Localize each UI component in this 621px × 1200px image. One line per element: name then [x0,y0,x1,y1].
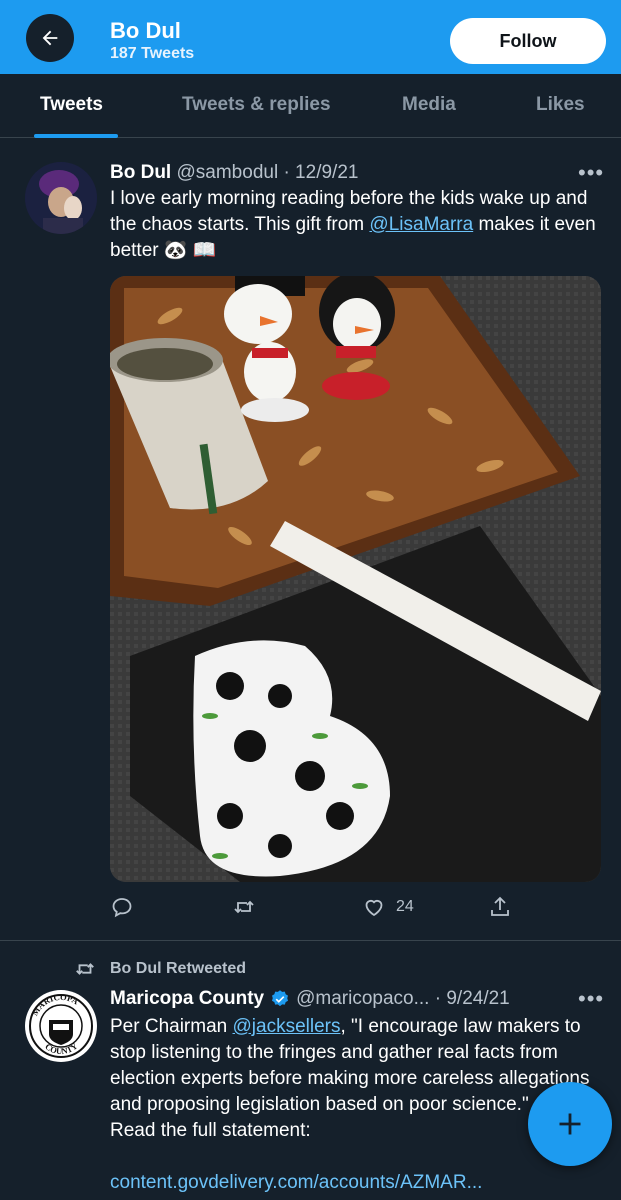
tweet-divider [0,940,621,941]
heart-icon [365,899,383,917]
tweet-count: 187 Tweets [110,45,195,62]
back-button[interactable] [26,14,74,62]
tweet-header: Bo Dul @sambodul · 12/9/21 [110,162,358,184]
reply-button[interactable] [110,893,144,921]
tweet-header: Maricopa County @maricopaco... · 9/24/21 [110,988,510,1010]
verified-badge-icon [272,990,289,1007]
read-more-text: Read the full statement: [110,1120,311,1141]
plus-icon [559,1113,581,1135]
mention-link[interactable]: @LisaMarra [369,214,473,235]
profile-tabs: Tweets Tweets & replies Media Likes [0,74,621,138]
like-button[interactable]: 24 [362,893,414,921]
author-name[interactable]: Bo Dul [110,162,171,183]
retweet-icon [76,963,94,975]
statement-link[interactable]: content.govdelivery.com/accounts/AZMAR..… [110,1172,482,1194]
share-button[interactable] [488,893,512,921]
more-icon[interactable]: ••• [578,986,604,1012]
arrow-left-icon [42,30,58,46]
tweet-text: Per Chairman @jacksellers, "I encourage … [110,1016,590,1141]
tweet-actions: 24 [110,893,601,921]
tab-likes[interactable]: Likes [536,94,585,116]
retweet-button[interactable] [232,893,266,921]
share-icon [491,896,509,916]
retweet-icon [234,900,254,914]
profile-header: Bo Dul 187 Tweets Follow [0,0,621,74]
handle-date[interactable]: @sambodul · 12/9/21 [177,162,359,183]
reply-icon [112,898,132,918]
tweet-photo[interactable] [110,276,601,882]
profile-name: Bo Dul [110,18,181,43]
author-name[interactable]: Maricopa County [110,988,264,1010]
retweeted-by[interactable]: Bo Dul Retweeted [74,958,246,980]
handle-date[interactable]: @maricopaco... · 9/24/21 [296,988,510,1010]
compose-tweet-button[interactable] [528,1082,612,1166]
tweet-text: I love early morning reading before the … [110,188,596,261]
avatar[interactable] [25,162,97,234]
like-count: 24 [396,898,414,915]
active-tab-indicator [34,134,118,138]
tab-tweets[interactable]: Tweets [40,94,103,116]
mention-link[interactable]: @jacksellers [233,1016,341,1037]
tab-media[interactable]: Media [402,94,456,116]
more-icon[interactable]: ••• [578,160,604,186]
avatar[interactable]: MARICOPA COUNTY [25,990,97,1062]
tab-tweets-and-replies[interactable]: Tweets & replies [182,94,331,116]
follow-button[interactable]: Follow [450,18,606,64]
